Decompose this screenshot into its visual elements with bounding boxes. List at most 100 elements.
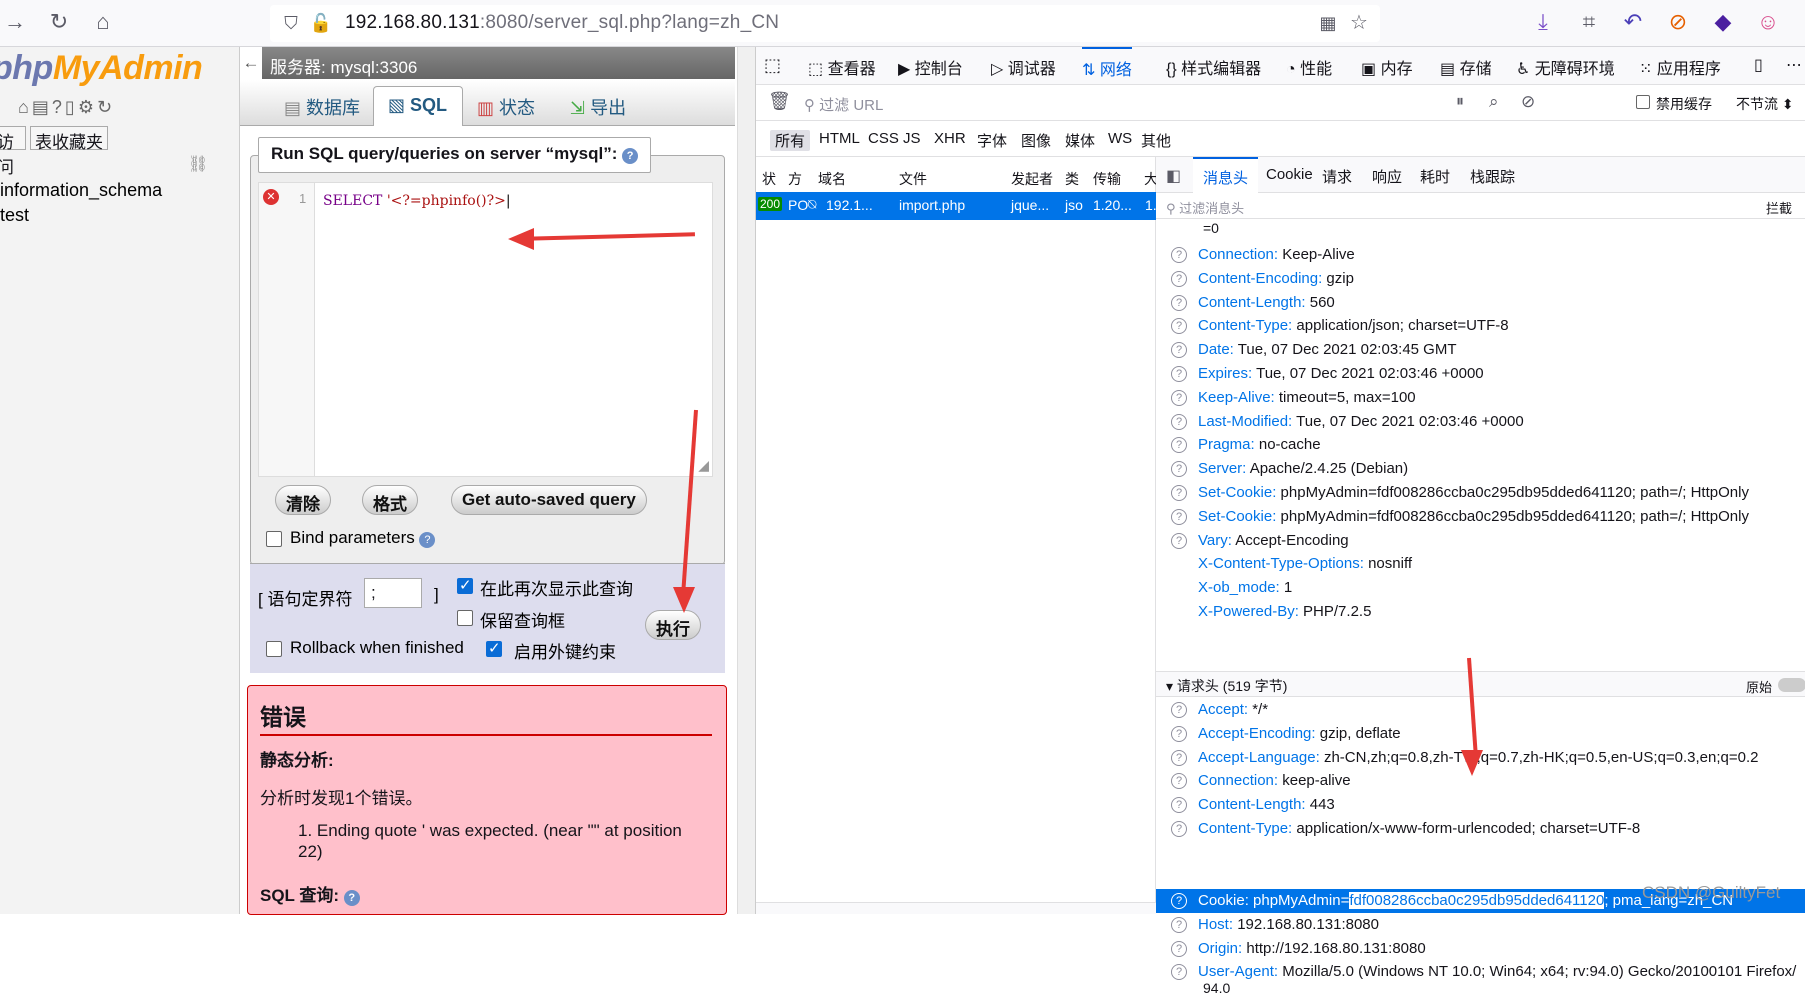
help-icon[interactable]: ? xyxy=(1171,725,1187,742)
header-row[interactable]: ? Accept-Encoding: gzip, deflate xyxy=(1156,722,1805,746)
header-row[interactable]: ? Content-Length: 560 xyxy=(1156,291,1805,315)
tab-application[interactable]: ⁙ 应用程序 xyxy=(1639,55,1721,79)
clear-button[interactable]: 清除 xyxy=(275,485,331,515)
header-row[interactable]: ? Set-Cookie: phpMyAdmin=fdf008286ccba0c2… xyxy=(1156,481,1805,505)
header-row[interactable]: ? Server: Apache/2.4.25 (Debian) xyxy=(1156,457,1805,481)
header-row[interactable]: ? Expires: Tue, 07 Dec 2021 02:03:46 +000… xyxy=(1156,362,1805,386)
type-images[interactable]: 图像 xyxy=(1016,130,1056,151)
header-row[interactable]: ? Content-Encoding: gzip xyxy=(1156,267,1805,291)
help-icon[interactable]: ? xyxy=(1171,893,1187,909)
col-file[interactable]: 文件 xyxy=(899,169,927,189)
error-marker-icon[interactable]: ✕ xyxy=(263,189,279,205)
tab-stack-trace[interactable]: 栈跟踪 xyxy=(1470,166,1515,187)
help-icon[interactable]: ? xyxy=(1171,461,1187,478)
docs-icon[interactable]: ▯ xyxy=(65,97,78,117)
header-row[interactable]: ? Origin: http://192.168.80.131:8080 xyxy=(1156,937,1805,961)
header-row[interactable]: ? Keep-Alive: timeout=5, max=100 xyxy=(1156,386,1805,410)
type-html[interactable]: HTML xyxy=(814,130,865,147)
help-icon[interactable]: ? xyxy=(1171,437,1187,454)
disable-cache-checkbox[interactable] xyxy=(1636,95,1650,109)
forward-icon[interactable]: → xyxy=(2,9,28,35)
help-icon[interactable]: ? xyxy=(1171,773,1187,790)
help-icon[interactable]: ? xyxy=(1171,247,1187,263)
header-row[interactable]: ? Pragma: no-cache xyxy=(1156,433,1805,457)
reload-icon[interactable]: ↻ xyxy=(46,9,72,35)
tab-memory[interactable]: ▣ 内存 xyxy=(1361,55,1413,79)
reload-nav-icon[interactable]: ↻ xyxy=(97,97,115,117)
bind-parameters-checkbox[interactable] xyxy=(266,531,282,547)
help-icon[interactable]: ? xyxy=(1171,318,1187,335)
help-icon[interactable]: ? xyxy=(1171,749,1187,766)
screenshot-icon[interactable]: ⌗ xyxy=(1576,9,1602,35)
tab-debugger[interactable]: ▷ 调试器 xyxy=(991,55,1056,79)
header-row[interactable]: ? Last-Modified: Tue, 07 Dec 2021 02:03:4… xyxy=(1156,410,1805,434)
help-icon[interactable]: ? xyxy=(1171,940,1187,957)
header-row[interactable]: ? Content-Length: 443 xyxy=(1156,793,1805,817)
col-transferred[interactable]: 传输 xyxy=(1093,169,1121,189)
collapse-arrow-icon[interactable]: ← xyxy=(240,47,262,79)
type-fonts[interactable]: 字体 xyxy=(972,130,1012,151)
header-row[interactable]: ? User-Agent: Mozilla/5.0 (Windows NT 10.… xyxy=(1156,960,1805,984)
selected-session-id[interactable]: fdf008286ccba0c295db95dded641120 xyxy=(1349,892,1605,909)
tab-request[interactable]: 请求 xyxy=(1322,166,1352,187)
type-media[interactable]: 媒体 xyxy=(1060,130,1100,151)
undo-icon[interactable]: ↶ xyxy=(1620,9,1646,35)
type-other[interactable]: 其他 xyxy=(1136,130,1176,151)
help-icon[interactable]: ? xyxy=(1171,485,1187,501)
header-row[interactable]: ? Accept: */* xyxy=(1156,698,1805,722)
url-bar[interactable]: ⛉ 🔓 192.168.80.131:8080/server_sql.php?l… xyxy=(270,5,1380,42)
header-row[interactable]: ? Content-Type: application/json; charset… xyxy=(1156,314,1805,338)
tab-export[interactable]: ⇲ 导出 xyxy=(570,86,650,126)
block-icon[interactable]: ⊘ xyxy=(1665,9,1691,35)
table-row[interactable]: 200 PO ⍉ 192.1... import.php jque... jso… xyxy=(756,192,1157,220)
link-chain-icon[interactable]: ⛓ xyxy=(188,154,208,174)
col-status[interactable]: 状 xyxy=(762,169,776,189)
more-options-icon[interactable]: ⋯ xyxy=(1786,55,1802,75)
tab-cookies[interactable]: Cookie xyxy=(1266,166,1313,183)
header-row[interactable]: X-Powered-By: PHP/7.2.5 xyxy=(1156,600,1805,624)
block-requests-icon[interactable]: ⊘ xyxy=(1521,92,1535,112)
home-icon[interactable]: ⌂ xyxy=(18,97,32,117)
type-xhr[interactable]: XHR xyxy=(929,130,971,147)
block-button[interactable]: 拦截 xyxy=(1766,198,1792,217)
delimiter-input[interactable]: ; xyxy=(364,578,422,608)
settings-gear-icon[interactable]: ⚙ xyxy=(78,97,97,117)
tab-style-editor[interactable]: {} 样式编辑器 xyxy=(1166,55,1261,79)
resize-handle-icon[interactable]: ◢ xyxy=(698,457,709,474)
col-method[interactable]: 方 xyxy=(788,169,802,189)
fk-checks-checkbox[interactable] xyxy=(486,639,502,657)
avatar-icon[interactable]: ☺ xyxy=(1755,9,1781,35)
type-js[interactable]: JS xyxy=(898,130,926,147)
go-button[interactable]: 执行 xyxy=(645,610,701,640)
tab-recent[interactable]: 访问 xyxy=(0,126,26,177)
url-text[interactable]: 192.168.80.131:8080/server_sql.php?lang=… xyxy=(345,12,779,34)
nav-icon-row[interactable]: ⌂▤?▯⚙↻ xyxy=(18,97,115,118)
col-type[interactable]: 类 xyxy=(1065,169,1079,189)
tab-headers[interactable]: 消息头 xyxy=(1193,157,1259,193)
pause-icon[interactable]: ⏸ xyxy=(1456,93,1464,111)
tab-timings[interactable]: 耗时 xyxy=(1420,166,1450,187)
keep-box-checkbox[interactable] xyxy=(457,610,473,626)
tab-network[interactable]: ⇅ 网络 xyxy=(1082,47,1132,85)
help-icon[interactable]: ? xyxy=(1171,821,1187,837)
type-all[interactable]: 所有 xyxy=(770,130,811,151)
help-icon[interactable]: ? xyxy=(1171,270,1187,287)
insecure-lock-icon[interactable]: 🔓 xyxy=(308,10,334,36)
format-button[interactable]: 格式 xyxy=(362,485,418,515)
request-headers-toggle[interactable]: ▾ 请求头 (519 字节) xyxy=(1166,676,1287,696)
server-label[interactable]: 服务器: mysql:3306 xyxy=(270,53,417,78)
autosaved-query-button[interactable]: Get auto-saved query xyxy=(451,485,647,515)
help-icon[interactable]: ? xyxy=(1171,916,1187,933)
tab-sql[interactable]: ▧ SQL xyxy=(373,86,463,126)
header-row[interactable]: ? Content-Type: application/x-www-form-ur… xyxy=(1156,817,1805,841)
col-initiator[interactable]: 发起者 xyxy=(1011,169,1053,189)
filter-url-input[interactable]: ⚲ 过滤 URL xyxy=(804,94,883,115)
help-icon[interactable]: ? xyxy=(1171,413,1187,430)
tab-performance[interactable]: ◔ 性能 xyxy=(1286,55,1332,79)
qr-code-icon[interactable]: ▦ xyxy=(1315,10,1341,36)
help-icon[interactable]: ? xyxy=(1171,508,1187,525)
col-domain[interactable]: 域名 xyxy=(818,169,846,189)
raw-toggle[interactable] xyxy=(1778,678,1805,692)
header-row[interactable]: ? Host: 192.168.80.131:8080 xyxy=(1156,913,1805,937)
element-picker-icon[interactable]: ⬚ xyxy=(764,55,781,76)
